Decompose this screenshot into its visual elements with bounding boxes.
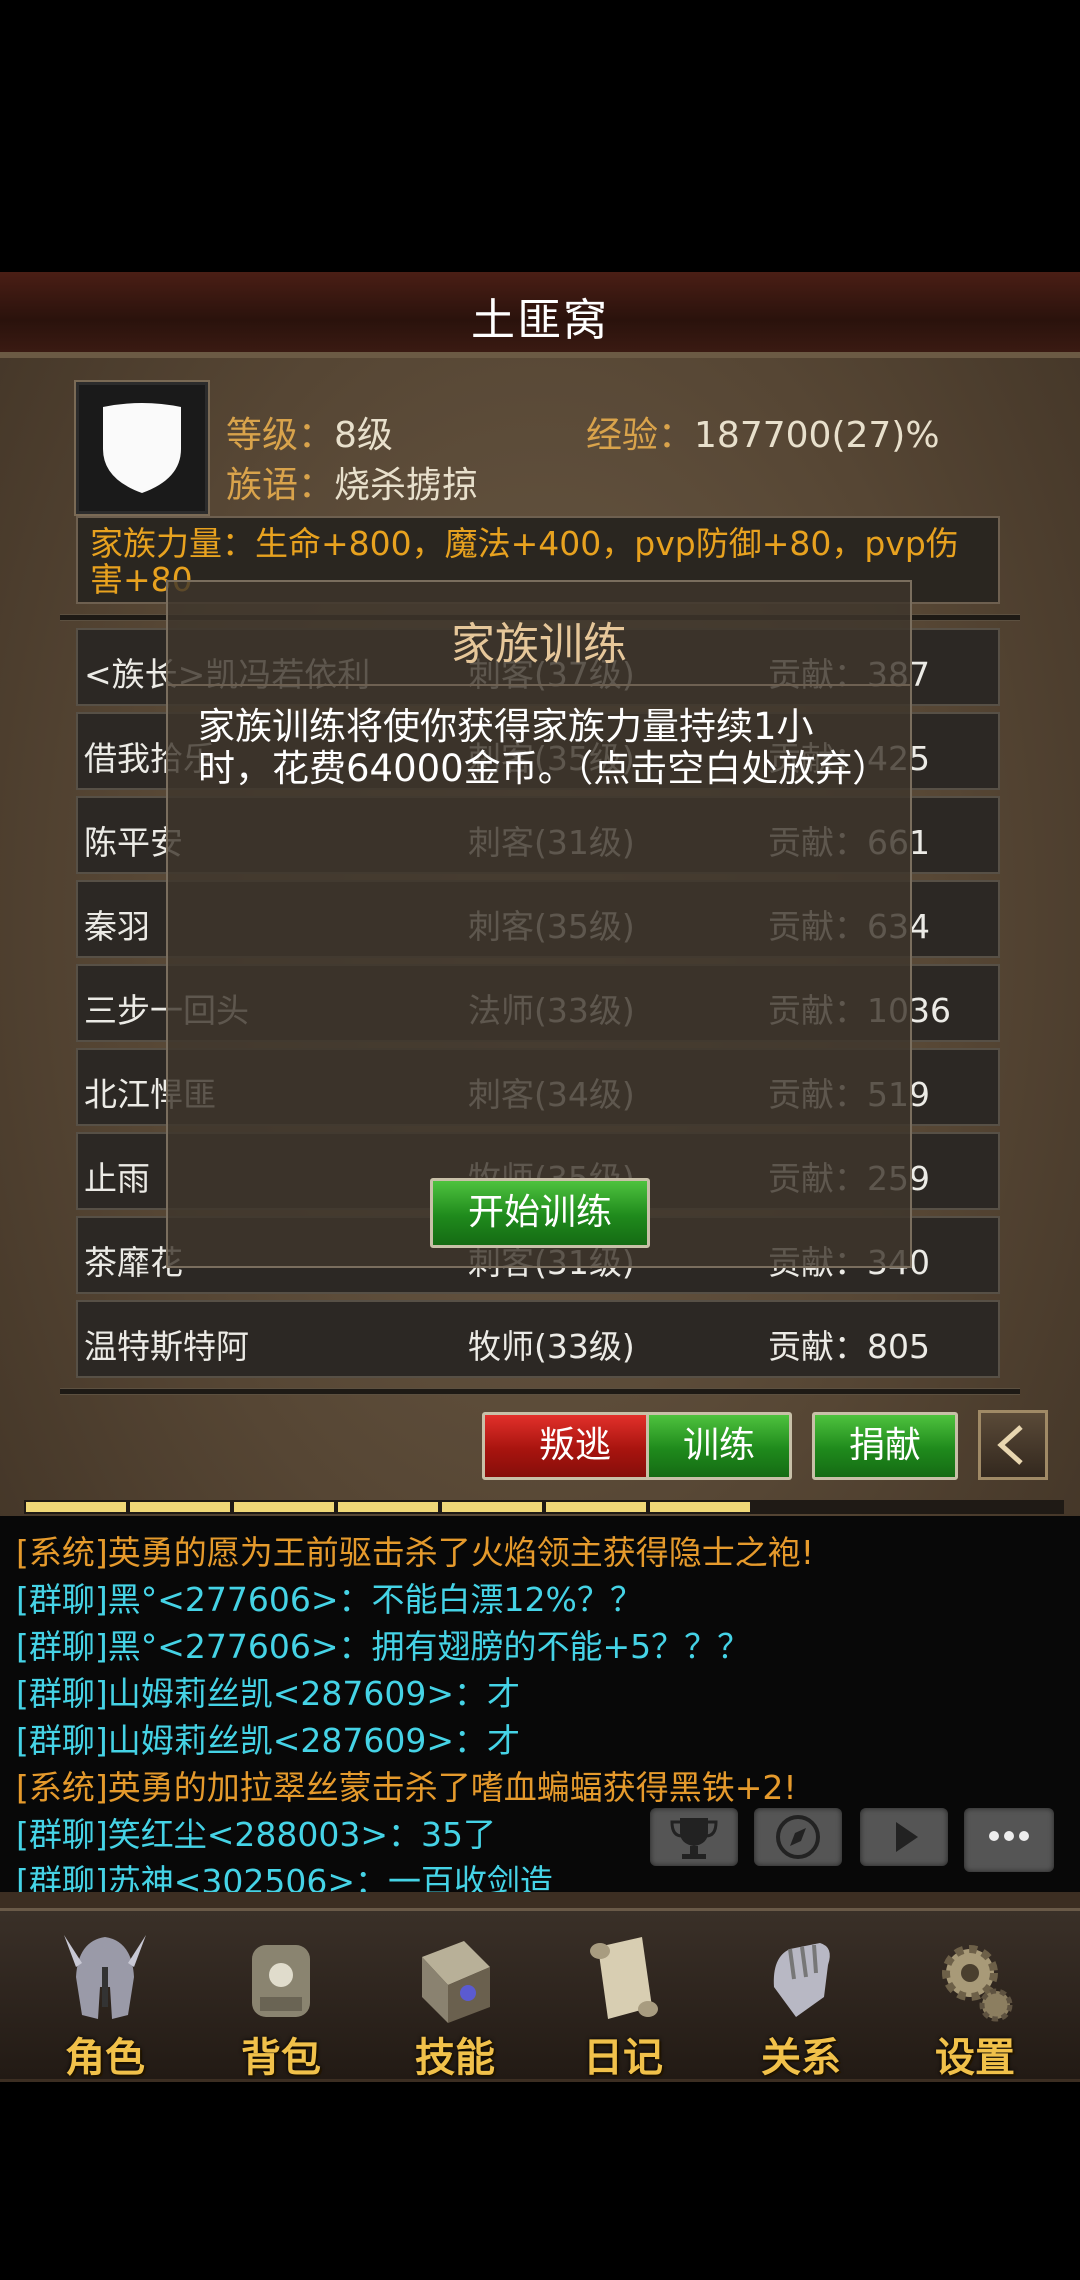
nav-label: 关系 <box>761 2035 841 2081</box>
chat-message: [群聊]山姆莉丝凯<287609>：才 <box>16 1721 521 1760</box>
exp-value: 187700(27)% <box>694 415 940 456</box>
progress-segment <box>26 1502 126 1512</box>
level-label: 等级： <box>226 415 335 456</box>
trophy-button[interactable] <box>650 1808 738 1866</box>
nav-item-3[interactable]: 日记 <box>548 1911 698 2081</box>
chat-button[interactable] <box>964 1808 1054 1872</box>
chat-message: [系统]英勇的愿为王前驱击杀了火焰领主获得隐士之袍! <box>16 1533 814 1572</box>
nav-label: 设置 <box>935 2035 1015 2081</box>
motto-info: 族语：烧杀掳掠 <box>226 456 478 508</box>
chat-message: [群聊]苏神<302506>：一百收剑造 <box>16 1862 554 1892</box>
nav-item-0[interactable]: 角色 <box>30 1911 180 2081</box>
start-training-button[interactable]: 开始训练 <box>430 1178 650 1248</box>
chat-message: [群聊]笑红尘<288003>：35了 <box>16 1815 497 1854</box>
chat-message: [群聊]山姆莉丝凯<287609>：才 <box>16 1674 521 1713</box>
progress-segment <box>442 1502 542 1512</box>
progress-segment <box>130 1502 230 1512</box>
nav-item-1[interactable]: 背包 <box>206 1911 356 2081</box>
chat-message: [群聊]黑°<277606>：不能白漂12%？？ <box>16 1580 643 1619</box>
member-name: 止雨 <box>84 1159 150 1198</box>
progress-segment <box>234 1502 334 1512</box>
compass-icon <box>776 1815 820 1859</box>
bottom-nav: 角色 背包 技能 日记 关系 设置 <box>0 1908 1080 2081</box>
gear-icon <box>930 1927 1020 2027</box>
exp-info: 经验：187700(27)% <box>586 406 940 458</box>
exp-label: 经验： <box>586 415 695 456</box>
page-title: 土匪窝 <box>471 295 609 346</box>
family-emblem[interactable] <box>76 382 208 514</box>
dialog-title: 家族训练 <box>451 619 627 670</box>
back-button[interactable] <box>978 1410 1048 1480</box>
play-icon <box>896 1822 918 1852</box>
progress-segment <box>338 1502 438 1512</box>
helmet-icon <box>60 1927 150 2027</box>
nav-label: 背包 <box>241 2035 321 2081</box>
nav-item-4[interactable]: 关系 <box>726 1911 876 2081</box>
scroll-icon <box>578 1927 668 2027</box>
shield-icon <box>103 403 181 493</box>
dialog-message: 家族训练将使你获得家族力量持续1小时，花费64000金币。（点击空白处放弃） <box>198 705 890 790</box>
divider <box>60 1388 1020 1395</box>
trophy-icon <box>670 1818 718 1859</box>
game-screen: 土匪窝 等级：8级 经验：187700(27)% 族语：烧杀掳掠 家族力量：生命… <box>0 272 1080 2082</box>
level-info: 等级：8级 <box>226 406 393 458</box>
dialog-divider <box>168 684 910 686</box>
play-button[interactable] <box>860 1808 948 1866</box>
nav-label: 日记 <box>583 2035 663 2081</box>
member-row[interactable]: 温特斯特阿 牧师(33级) 贡献：805 <box>76 1300 1000 1378</box>
progress-segment <box>650 1502 750 1512</box>
gauntlet-icon <box>756 1927 846 2027</box>
progress-segment <box>546 1502 646 1512</box>
title-bar: 土匪窝 <box>0 272 1080 358</box>
compass-button[interactable] <box>754 1808 842 1866</box>
nav-item-5[interactable]: 设置 <box>900 1911 1050 2081</box>
member-name: 秦羽 <box>84 907 150 946</box>
nav-label: 角色 <box>65 2035 145 2081</box>
level-value: 8级 <box>334 415 393 456</box>
chat-progress-bar <box>24 1500 1064 1514</box>
motto-label: 族语： <box>226 465 335 506</box>
chevron-left-icon <box>997 1425 1023 1465</box>
chat-message: [系统]英勇的加拉翠丝蒙击杀了嗜血蝙蝠获得黑铁+2! <box>16 1768 797 1807</box>
train-button[interactable]: 训练 <box>646 1412 792 1480</box>
backpack-icon <box>236 1927 326 2027</box>
donate-button[interactable]: 捐献 <box>812 1412 958 1480</box>
training-dialog[interactable]: 家族训练 家族训练将使你获得家族力量持续1小时，花费64000金币。（点击空白处… <box>166 580 912 1268</box>
nav-label: 技能 <box>415 2035 495 2081</box>
member-contribution: 贡献：805 <box>768 1327 930 1366</box>
nav-item-2[interactable]: 技能 <box>380 1911 530 2081</box>
member-name: 温特斯特阿 <box>84 1327 249 1366</box>
member-class: 牧师(33级) <box>468 1327 635 1366</box>
chat-message: [群聊]黑°<277606>：拥有翅膀的不能+5？？？ <box>16 1627 751 1666</box>
speech-bubble-icon <box>989 1831 1029 1841</box>
defect-button[interactable]: 叛逃 <box>482 1412 668 1480</box>
motto-value: 烧杀掳掠 <box>334 465 479 506</box>
skill-book-icon <box>410 1927 500 2027</box>
